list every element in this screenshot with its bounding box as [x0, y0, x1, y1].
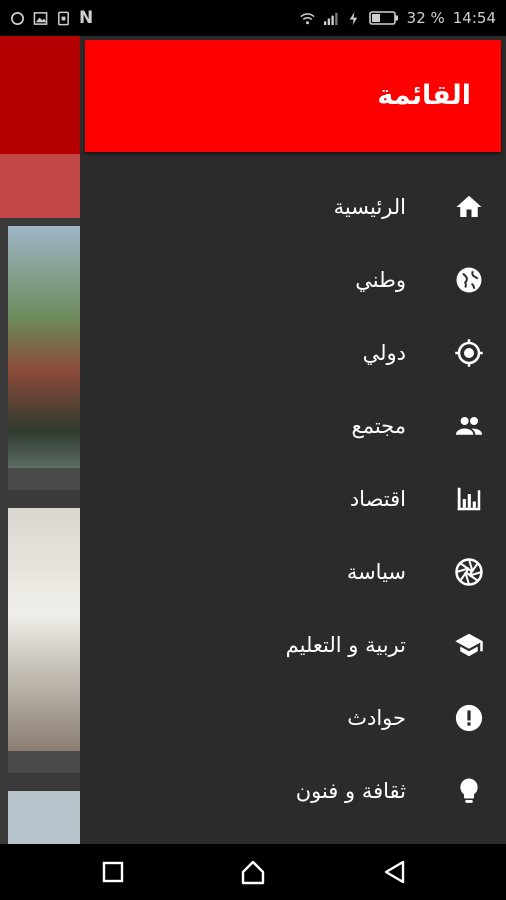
- clock: 14:54: [452, 9, 496, 27]
- signal-icon: [323, 12, 338, 25]
- menu-item-international[interactable]: دولي: [80, 316, 506, 389]
- menu-item-label: اقتصاد: [349, 486, 406, 511]
- menu-item-label: سياسة: [346, 559, 406, 584]
- status-bar-right: 32 % 14:54: [300, 9, 496, 27]
- menu-item-education[interactable]: تربية و التعليم: [80, 608, 506, 681]
- screen: N 32 % 14:54 القائمة الرئيسية وطني دولي …: [0, 0, 506, 900]
- news-card-image[interactable]: [8, 226, 80, 490]
- bar-chart-icon: [457, 487, 481, 510]
- menu-item-label: حوادث: [347, 705, 406, 730]
- drawer-menu: الرئيسية وطني دولي مجتمع اقتصاد سياسة تر…: [80, 170, 506, 827]
- battery-percent: 32 %: [406, 9, 445, 27]
- recent-apps-button[interactable]: [99, 858, 127, 886]
- menu-item-incidents[interactable]: حوادث: [80, 681, 506, 754]
- menu-item-society[interactable]: مجتمع: [80, 389, 506, 462]
- menu-item-label: ثقافة و فنون: [295, 778, 406, 803]
- navigation-drawer: القائمة الرئيسية وطني دولي مجتمع اقتصاد …: [80, 36, 506, 844]
- menu-item-label: تربية و التعليم: [285, 632, 406, 657]
- menu-item-culture[interactable]: ثقافة و فنون: [80, 754, 506, 827]
- alert-icon: [455, 704, 483, 731]
- globe-icon: [456, 267, 482, 292]
- menu-item-economy[interactable]: اقتصاد: [80, 462, 506, 535]
- charging-icon: [349, 11, 357, 25]
- news-card-image[interactable]: [8, 791, 80, 844]
- background-app-tabs: [0, 154, 80, 218]
- aperture-icon: [455, 557, 483, 586]
- home-icon: [456, 195, 482, 217]
- graduation-cap-icon: [455, 633, 483, 656]
- people-icon: [455, 416, 483, 435]
- menu-item-home[interactable]: الرئيسية: [80, 170, 506, 243]
- drawer-header: القائمة: [85, 40, 501, 152]
- news-card-image[interactable]: [8, 508, 80, 773]
- wifi-icon: [300, 12, 315, 24]
- background-app: [0, 36, 80, 844]
- drawer-title: القائمة: [377, 80, 471, 111]
- menu-item-label: مجتمع: [351, 413, 406, 438]
- image-icon: [33, 11, 48, 25]
- menu-item-label: الرئيسية: [333, 194, 406, 219]
- sim-icon: [58, 11, 69, 25]
- menu-item-label: دولي: [362, 340, 406, 365]
- background-app-header: [0, 36, 80, 154]
- carrier-letter: N: [79, 8, 94, 28]
- home-button[interactable]: [239, 858, 267, 886]
- menu-item-national[interactable]: وطني: [80, 243, 506, 316]
- status-bar-left: N: [10, 8, 93, 28]
- back-button[interactable]: [381, 858, 409, 886]
- battery-icon: [368, 11, 398, 25]
- lightbulb-icon: [460, 778, 478, 803]
- sync-icon: [11, 11, 24, 25]
- menu-item-politics[interactable]: سياسة: [80, 535, 506, 608]
- location-target-icon: [455, 338, 483, 367]
- menu-item-label: وطني: [355, 267, 406, 292]
- system-navigation-bar: [0, 844, 506, 900]
- status-bar: N 32 % 14:54: [0, 0, 506, 36]
